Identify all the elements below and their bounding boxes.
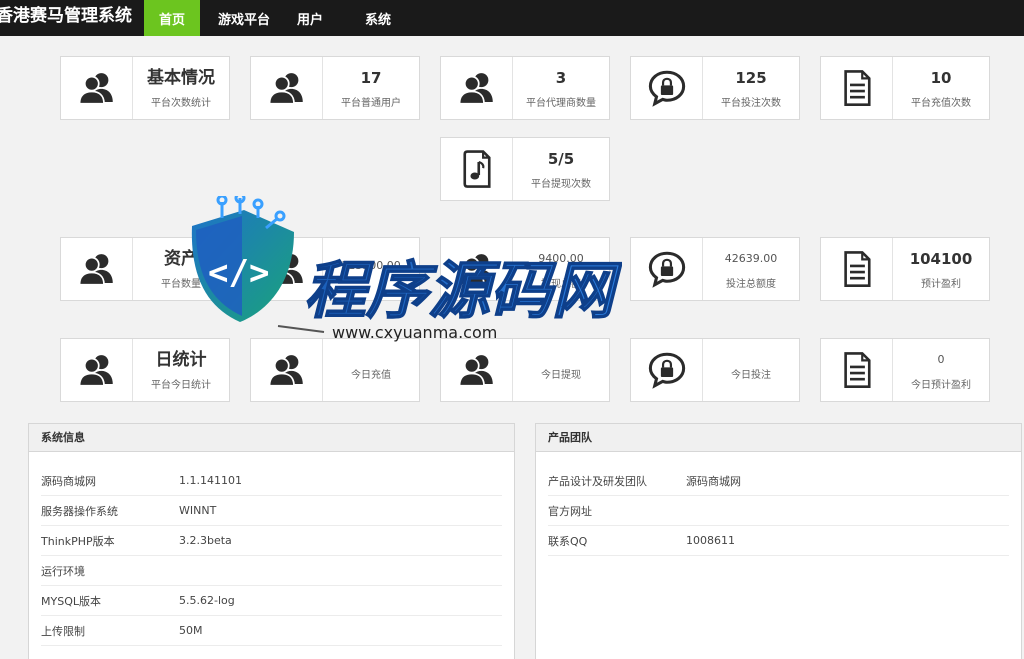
row-key: 联系QQ xyxy=(548,534,588,548)
card-label: 平台提现次数 xyxy=(531,178,591,190)
card-withdraw-count[interactable]: 5/5 平台提现次数 xyxy=(440,137,610,201)
card-withdraw-total[interactable]: 9400.00 提现总额 xyxy=(440,237,610,301)
card-label: 今日投注 xyxy=(731,369,771,381)
document-icon xyxy=(836,67,878,109)
table-row: 官方网址 xyxy=(548,496,1009,526)
music-file-icon xyxy=(456,148,498,190)
card-today-bet[interactable]: 今日投注 xyxy=(630,338,800,402)
row-key: ThinkPHP版本 xyxy=(41,534,115,548)
row-key: 产品设计及研发团队 xyxy=(548,474,647,488)
row-value: WINNT xyxy=(179,504,217,517)
panel-title: 系统信息 xyxy=(29,424,514,452)
nav-home[interactable]: 首页 xyxy=(144,0,200,36)
card-label: 今日预计盈利 xyxy=(911,379,971,391)
row-value: 源码商城网 xyxy=(686,474,741,488)
card-value: 104100 xyxy=(909,249,973,268)
card-label: 平台代理商数量 xyxy=(526,97,596,109)
table-row: ThinkPHP版本 3.2.3beta xyxy=(41,526,502,556)
users-icon xyxy=(266,349,308,391)
users-icon xyxy=(266,67,308,109)
panel-title: 产品团队 xyxy=(536,424,1021,452)
card-recharge-total[interactable]: 113500.00 xyxy=(250,237,420,301)
users-icon xyxy=(76,67,118,109)
card-today-withdraw[interactable]: 今日提现 xyxy=(440,338,610,402)
table-row: 上传限制 50M xyxy=(41,616,502,646)
nav-users[interactable]: 用户 xyxy=(288,0,332,36)
card-label: 平台投注次数 xyxy=(721,97,781,109)
users-icon xyxy=(76,248,118,290)
card-assets[interactable]: 资产 平台数量 xyxy=(60,237,230,301)
card-value: 17 xyxy=(360,68,382,87)
product-team-panel: 产品团队 产品设计及研发团队 源码商城网 官方网址 联系QQ 1008611 xyxy=(535,423,1022,659)
card-value: 0 xyxy=(937,352,945,366)
users-icon xyxy=(456,349,498,391)
row-key: MYSQL版本 xyxy=(41,594,101,608)
card-daily-stats[interactable]: 日统计 平台今日统计 xyxy=(60,338,230,402)
card-value: 3 xyxy=(555,68,567,87)
table-row: 产品设计及研发团队 源码商城网 xyxy=(548,466,1009,496)
card-label: 平台数量 xyxy=(161,278,201,290)
row-key: 官方网址 xyxy=(548,504,592,518)
table-row: MYSQL版本 5.5.62-log xyxy=(41,586,502,616)
card-label: 提现总额 xyxy=(541,278,581,290)
card-agents[interactable]: 3 平台代理商数量 xyxy=(440,56,610,120)
card-label: 预计盈利 xyxy=(921,278,961,290)
card-value: 113500.00 xyxy=(341,259,401,272)
nav-system[interactable]: 系统 xyxy=(332,0,424,36)
card-label: 平台充值次数 xyxy=(911,97,971,109)
card-label: 投注总额度 xyxy=(726,278,776,290)
card-recharge-count[interactable]: 10 平台充值次数 xyxy=(820,56,990,120)
card-normal-users[interactable]: 17 平台普通用户 xyxy=(250,56,420,120)
card-value: 10 xyxy=(930,68,952,87)
card-value: 日统计 xyxy=(155,349,207,370)
nav-game-platform[interactable]: 游戏平台 xyxy=(200,0,288,36)
users-icon xyxy=(76,349,118,391)
lock-chat-icon xyxy=(646,349,688,391)
card-bet-total[interactable]: 42639.00 投注总额度 xyxy=(630,237,800,301)
users-icon xyxy=(456,248,498,290)
card-value: 5/5 xyxy=(547,149,575,168)
card-value: 基本情况 xyxy=(147,67,215,88)
card-label: 平台次数统计 xyxy=(151,97,211,109)
table-row: 服务器操作系统 WINNT xyxy=(41,496,502,526)
row-key: 源码商城网 xyxy=(41,474,96,488)
row-key: 服务器操作系统 xyxy=(41,504,118,518)
table-row: 运行环境 xyxy=(41,556,502,586)
row-value: 50M xyxy=(179,624,203,637)
card-expected-profit[interactable]: 104100 预计盈利 xyxy=(820,237,990,301)
app-title: 香港赛马管理系统 xyxy=(0,6,132,26)
card-today-recharge[interactable]: 今日充值 xyxy=(250,338,420,402)
card-label: 今日充值 xyxy=(351,369,391,381)
row-value: 1008611 xyxy=(686,534,735,547)
card-bet-count[interactable]: 125 平台投注次数 xyxy=(630,56,800,120)
users-icon xyxy=(266,248,308,290)
card-value: 125 xyxy=(735,68,767,87)
row-value: 5.5.62-log xyxy=(179,594,235,607)
card-value: 42639.00 xyxy=(724,251,778,265)
card-value: 资产 xyxy=(164,248,198,269)
lock-chat-icon xyxy=(646,67,688,109)
row-key: 运行环境 xyxy=(41,564,85,578)
table-row: 源码商城网 1.1.141101 xyxy=(41,466,502,496)
users-icon xyxy=(456,67,498,109)
card-value: 9400.00 xyxy=(538,251,584,265)
row-value: 3.2.3beta xyxy=(179,534,232,547)
top-navbar: 香港赛马管理系统 首页 游戏平台 用户 系统 xyxy=(0,0,1024,36)
row-key: 上传限制 xyxy=(41,624,85,638)
system-info-panel: 系统信息 源码商城网 1.1.141101 服务器操作系统 WINNT ThinkP… xyxy=(28,423,515,659)
card-basic-info[interactable]: 基本情况平台次数统计 xyxy=(60,56,230,120)
card-label: 今日提现 xyxy=(541,369,581,381)
card-today-profit[interactable]: 0 今日预计盈利 xyxy=(820,338,990,402)
row-value: 1.1.141101 xyxy=(179,474,242,487)
card-label: 平台普通用户 xyxy=(341,97,401,109)
lock-chat-icon xyxy=(646,248,688,290)
card-label: 平台今日统计 xyxy=(151,379,211,391)
document-icon xyxy=(836,248,878,290)
table-row: 联系QQ 1008611 xyxy=(548,526,1009,556)
document-icon xyxy=(836,349,878,391)
